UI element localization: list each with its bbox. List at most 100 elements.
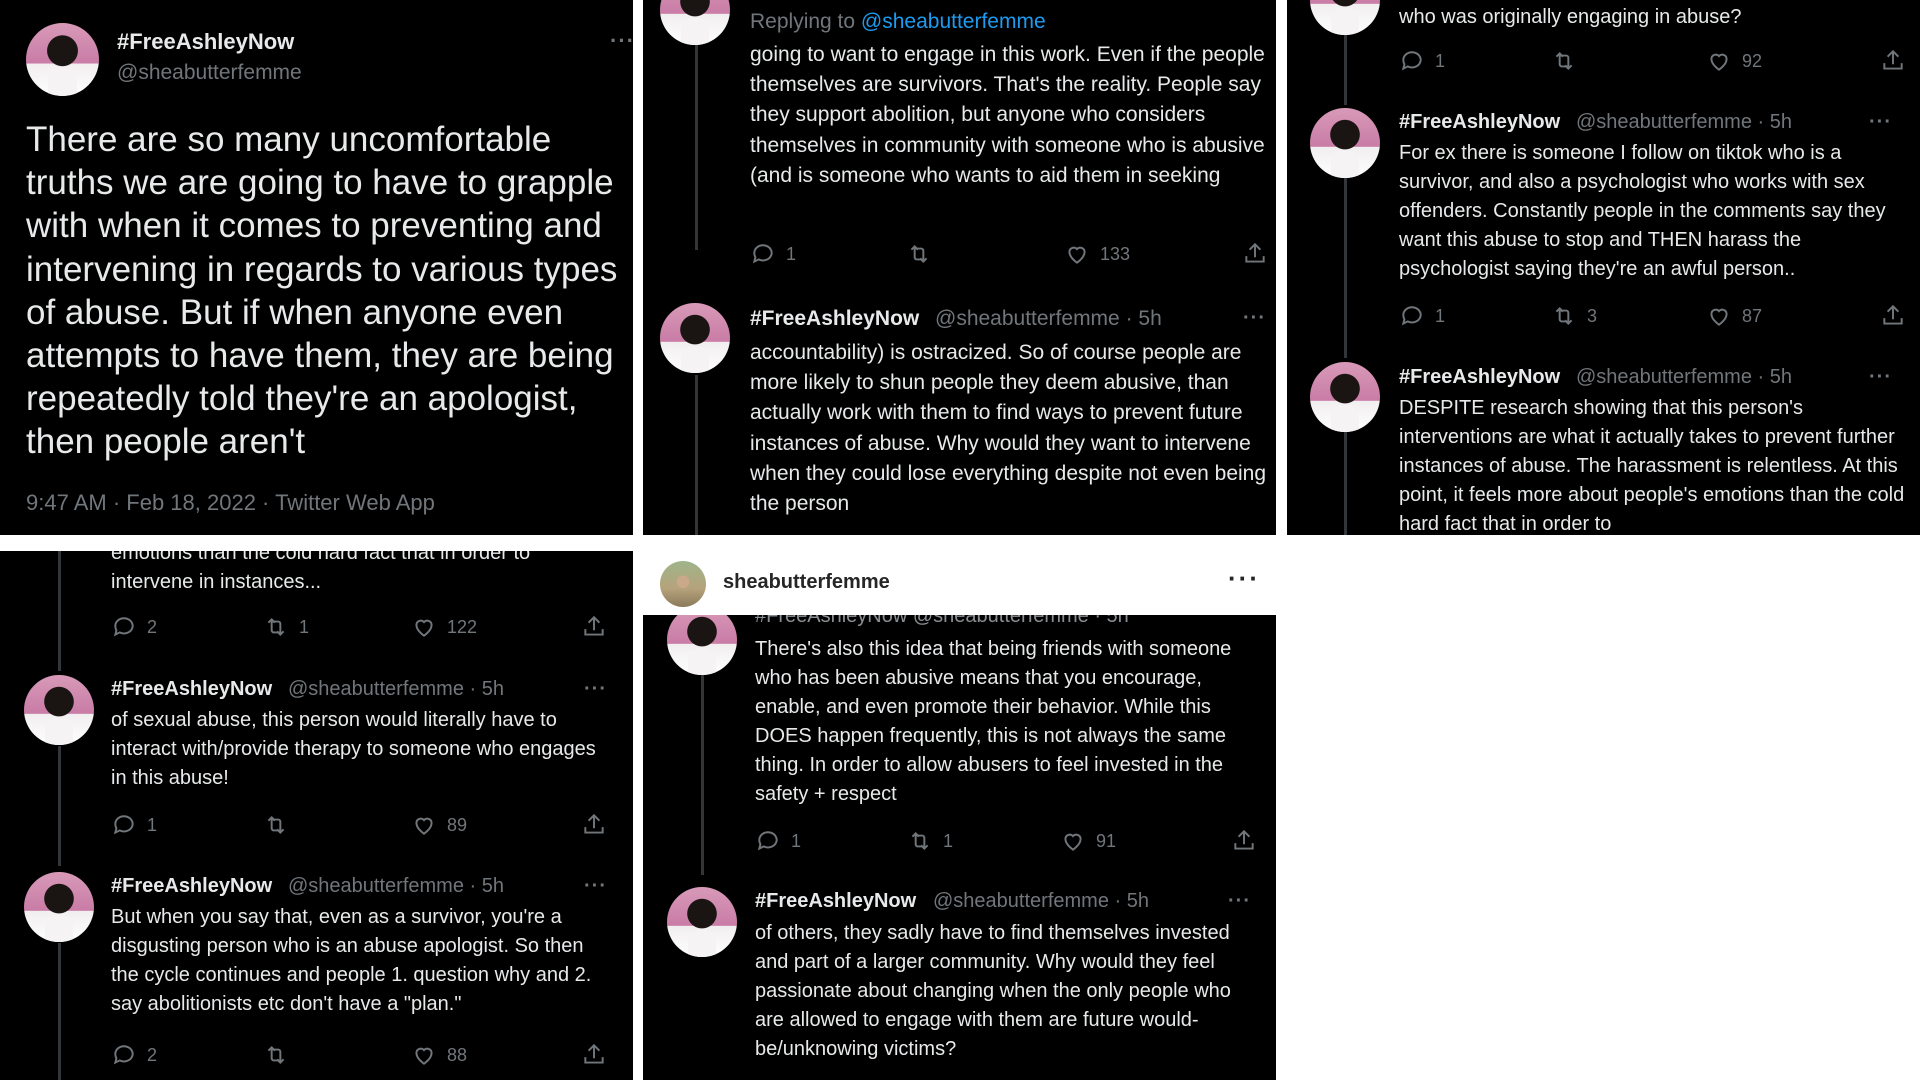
more-icon[interactable]: ··· [1869, 111, 1892, 134]
heart-icon [1710, 308, 1728, 326]
retweet-button[interactable]: 3 [1551, 303, 1597, 329]
more-icon[interactable]: ··· [610, 28, 633, 54]
tweet-text: of sexual abuse, this person would liter… [111, 709, 596, 789]
tweet-actions: 1 92 [1399, 47, 1909, 75]
more-icon[interactable]: ··· [1228, 890, 1251, 913]
heart-icon [1068, 246, 1086, 264]
replying-to: Replying to @sheabutterfemme [750, 10, 1046, 34]
tweet-text: accountability) is ostracized. So of cou… [750, 341, 1267, 516]
heart-icon [415, 619, 433, 637]
retweet-icon [1555, 52, 1573, 70]
avatar[interactable] [1310, 108, 1380, 178]
handle-time[interactable]: @sheabutterfemme · 5h [288, 678, 504, 701]
instagram-avatar[interactable] [660, 561, 706, 607]
display-name[interactable]: #FreeAshleyNow [750, 307, 919, 331]
like-button[interactable]: 89 [411, 812, 467, 838]
avatar[interactable] [660, 0, 730, 45]
handle-time[interactable]: @sheabutterfemme · 5h [288, 875, 504, 898]
reply-button[interactable]: 2 [111, 614, 157, 640]
reply-count: 1 [1435, 305, 1446, 326]
retweet-button[interactable] [263, 1042, 289, 1068]
more-icon[interactable]: ··· [1228, 563, 1260, 594]
reply-count: 2 [147, 616, 158, 637]
like-button[interactable]: 88 [411, 1042, 467, 1068]
retweet-icon [267, 816, 285, 834]
share-button[interactable] [1880, 48, 1906, 74]
like-count: 87 [1742, 305, 1763, 326]
like-button[interactable]: 87 [1706, 303, 1762, 329]
avatar[interactable] [24, 872, 94, 942]
tweet-meta: 9:47 AM · Feb 18, 2022 · Twitter Web App [26, 490, 435, 515]
handle-time[interactable]: @sheabutterfemme · 5h [935, 307, 1162, 331]
reply-button[interactable]: 1 [755, 828, 801, 854]
display-name[interactable]: #FreeAshleyNow [755, 890, 916, 913]
display-name[interactable]: #FreeAshleyNow [1399, 111, 1560, 134]
reply-button[interactable]: 1 [111, 812, 157, 838]
heart-icon [1710, 53, 1728, 71]
more-icon[interactable]: ··· [584, 678, 607, 701]
retweet-icon [910, 245, 928, 263]
tweet-text-cut: emotions than the cold hard fact that in… [111, 551, 531, 564]
share-button[interactable] [1231, 828, 1257, 854]
share-icon [1234, 829, 1254, 850]
avatar[interactable] [1310, 0, 1380, 35]
avatar[interactable] [660, 303, 730, 373]
handle-time[interactable]: @sheabutterfemme · 5h [1576, 111, 1792, 134]
retweet-button[interactable]: 1 [263, 614, 309, 640]
more-icon[interactable]: ··· [584, 875, 607, 898]
avatar[interactable] [1310, 362, 1380, 432]
handle-time[interactable]: @sheabutterfemme · 5h [933, 890, 1149, 913]
thread-line [695, 375, 698, 535]
reply-count: 1 [791, 830, 802, 851]
display-name[interactable]: #FreeAshleyNow [111, 678, 272, 701]
display-name[interactable]: #FreeAshleyNow [117, 29, 294, 55]
tweet-text: who was originally engaging in abuse? [1399, 6, 1742, 28]
tweet-actions: 1 1 91 [755, 827, 1260, 855]
instagram-header: sheabutterfemme ··· [643, 551, 1276, 615]
reply-button[interactable]: 1 [1399, 303, 1445, 329]
retweet-button[interactable] [263, 812, 299, 838]
retweet-button[interactable] [906, 241, 942, 267]
more-icon[interactable]: ··· [1869, 366, 1892, 389]
reply-count: 1 [786, 243, 797, 264]
more-icon[interactable]: ··· [1243, 307, 1266, 330]
avatar[interactable] [24, 675, 94, 745]
retweet-icon [1555, 307, 1573, 325]
retweet-button[interactable]: 1 [907, 828, 953, 854]
thread-line [701, 675, 704, 875]
like-button[interactable]: 92 [1706, 48, 1762, 74]
like-button[interactable]: 91 [1060, 828, 1116, 854]
like-count: 89 [447, 814, 468, 835]
instagram-username[interactable]: sheabutterfemme [723, 571, 890, 594]
panel-thread-5: #FreeAshleyNow @sheabutterfemme · 5h The… [643, 615, 1276, 1080]
avatar[interactable] [26, 23, 99, 96]
reply-button[interactable]: 1 [1399, 48, 1445, 74]
display-name[interactable]: #FreeAshleyNow [1399, 366, 1560, 389]
reply-icon [113, 815, 134, 835]
like-button[interactable]: 133 [1064, 241, 1130, 267]
panel-thread-4: emotions than the cold hard fact that in… [0, 551, 633, 1080]
share-button[interactable] [581, 1042, 607, 1068]
reply-button[interactable]: 1 [750, 241, 796, 267]
thread-line [695, 40, 698, 250]
reply-button[interactable]: 2 [111, 1042, 157, 1068]
handle-time[interactable]: @sheabutterfemme · 5h [1576, 366, 1792, 389]
share-button[interactable] [1242, 241, 1268, 267]
cut-tweet-header: #FreeAshleyNow @sheabutterfemme · 5h [755, 615, 1129, 627]
share-button[interactable] [1880, 303, 1906, 329]
display-name[interactable]: #FreeAshleyNow [111, 875, 272, 898]
tweet-actions: 2 88 [111, 1041, 611, 1069]
tweet-text: DESPITE research showing that this perso… [1399, 397, 1905, 535]
retweet-button[interactable] [1551, 48, 1587, 74]
panel-main-tweet: #FreeAshleyNow @sheabutterfemme ··· Ther… [0, 0, 633, 535]
handle[interactable]: @sheabutterfemme [117, 61, 302, 85]
heart-icon [415, 817, 433, 835]
like-button[interactable]: 122 [411, 614, 477, 640]
replying-handle-link[interactable]: @sheabutterfemme [861, 10, 1046, 33]
tweet-text: For ex there is someone I follow on tikt… [1399, 142, 1886, 280]
share-button[interactable] [581, 614, 607, 640]
avatar[interactable] [667, 887, 737, 957]
share-button[interactable] [581, 812, 607, 838]
heart-icon [1064, 833, 1082, 851]
avatar[interactable] [667, 615, 737, 675]
